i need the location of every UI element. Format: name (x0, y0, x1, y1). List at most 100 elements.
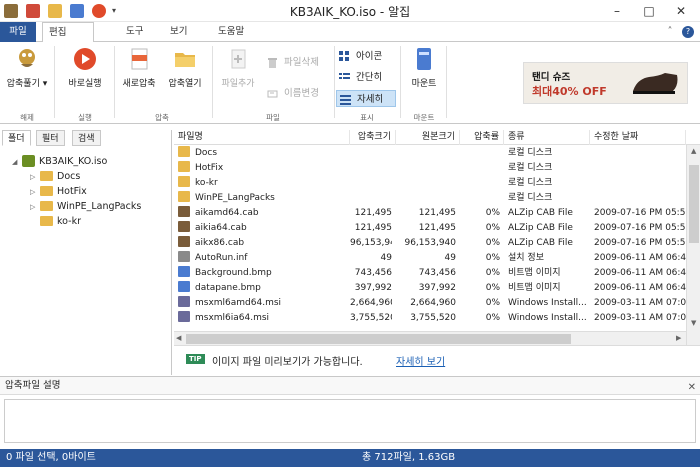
scroll-right-icon[interactable]: ▶ (676, 334, 681, 342)
cell-name: Background.bmp (174, 266, 350, 281)
close-icon[interactable]: ✕ (688, 379, 696, 397)
new-archive-icon (126, 46, 152, 72)
tab-search[interactable]: 검색 (72, 130, 101, 146)
mount-button[interactable]: 마운트 (404, 46, 444, 89)
tab-help[interactable]: 도움말 (212, 22, 250, 42)
tab-file[interactable]: 파일 (0, 22, 36, 42)
table-row[interactable]: AutoRun.inf 49 49 0% 설치 정보 2009-06-11 AM 06:4 (174, 251, 686, 266)
cell-size: 49 (444, 253, 456, 263)
help-icon[interactable]: ? (682, 26, 694, 38)
cell-date (594, 176, 686, 191)
table-row[interactable]: msxml6amd64.msi 2,664,960 2,664,960 0% Windo… (174, 296, 686, 311)
cell-type: 로컬 디스크 (508, 193, 553, 203)
view-details-button[interactable]: 자세히 (336, 90, 396, 107)
group-label-run: 실행 (78, 113, 92, 122)
tree-item-docs[interactable]: ▷ Docs (30, 169, 80, 184)
tab-tools[interactable]: 도구 (120, 22, 149, 42)
table-row[interactable]: HotFix 로컬 디스크 (174, 161, 686, 176)
run-button[interactable]: 바로실행 (58, 46, 112, 89)
mount-label: 마운트 (411, 79, 437, 89)
tree-item-winpe[interactable]: ▷ WinPE_LangPacks (30, 199, 141, 214)
open-archive-label: 압축열기 (168, 79, 202, 89)
expand-arrow-icon[interactable]: ▷ (30, 185, 40, 200)
close-button[interactable]: ✕ (670, 2, 692, 20)
minimize-button[interactable]: – (606, 2, 628, 20)
column-header-type[interactable]: 종류 (504, 130, 590, 145)
cell-type: ALZip CAB File (508, 208, 573, 218)
shoe-icon (633, 73, 678, 94)
table-row[interactable]: aikamd64.cab 121,495 121,495 0% ALZip CAB Fi… (174, 206, 686, 221)
view-icons-button[interactable]: 아이콘 (336, 48, 396, 65)
rename-button[interactable]: 이름변경 (264, 85, 332, 102)
table-row[interactable]: WinPE_LangPacks 로컬 디스크 (174, 191, 686, 206)
cell-name: datapane.bmp (174, 281, 350, 296)
ribbon-separator (114, 46, 115, 118)
cell-date: 2009-07-16 PM 05:55 (594, 223, 686, 233)
vertical-scrollbar[interactable]: ▲ ▼ (686, 145, 700, 345)
column-header-packed[interactable]: 압축크기 (350, 130, 396, 145)
folder-panel: 폴더 필터 검색 ◢ KB3AIK_KO.iso ▷ Docs ▷ HotFix ▷ W… (0, 130, 172, 375)
table-row[interactable]: Background.bmp 743,456 743,456 0% 비트맵 이미지 200… (174, 266, 686, 281)
expand-arrow-icon[interactable]: ▷ (30, 170, 40, 185)
scroll-down-icon[interactable]: ▼ (691, 319, 696, 327)
ribbon-separator (400, 46, 401, 118)
tab-view[interactable]: 보기 (164, 22, 193, 42)
tab-folder[interactable]: 폴더 (2, 130, 31, 146)
table-row[interactable]: msxml6ia64.msi 3,755,520 3,755,520 0% Window… (174, 311, 686, 326)
cell-name: Docs (174, 146, 350, 161)
tree-item-root[interactable]: ◢ KB3AIK_KO.iso (12, 154, 107, 169)
comment-panel-title: 압축파일 설명 ✕ (0, 377, 700, 395)
table-row[interactable]: Docs 로컬 디스크 (174, 146, 686, 161)
list-header: 파일명 압축크기 원본크기 압축률 종류 수정한 날짜 (174, 130, 700, 145)
open-archive-button[interactable]: 압축열기 (162, 46, 208, 89)
ribbon-collapse-icon[interactable]: ˄ (664, 26, 676, 38)
cell-packed (350, 191, 392, 206)
tab-filter[interactable]: 필터 (36, 130, 65, 146)
column-header-size[interactable]: 원본크기 (396, 130, 460, 145)
msi-file-icon (178, 296, 190, 307)
scroll-thumb[interactable] (689, 165, 699, 243)
cell-date: 2009-06-11 AM 06:4 (594, 253, 686, 263)
expand-arrow-icon[interactable]: ▷ (30, 200, 40, 215)
delete-file-button[interactable]: 파일삭제 (264, 54, 332, 71)
new-archive-button[interactable]: 새로압축 (116, 46, 162, 89)
horizontal-scrollbar[interactable]: ◀ ▶ (174, 331, 686, 345)
cell-type: Windows Install... (508, 298, 587, 308)
cell-type: Windows Install... (508, 313, 587, 323)
tree-item-kokr[interactable]: ko-kr (30, 214, 81, 229)
scroll-thumb[interactable] (186, 334, 571, 344)
maximize-button[interactable]: □ (638, 2, 660, 20)
cell-type: 비트맵 이미지 (508, 268, 561, 278)
cell-date: 2009-03-11 AM 07:0 (594, 313, 686, 323)
tree-item-hotfix[interactable]: ▷ HotFix (30, 184, 87, 199)
cell-ratio: 0% (485, 253, 500, 263)
scroll-up-icon[interactable]: ▲ (691, 147, 696, 155)
file-name: WinPE_LangPacks (195, 193, 275, 203)
add-file-button[interactable]: 파일추가 (214, 46, 262, 89)
ad-banner[interactable]: 탠디 슈즈 최대40% OFF (523, 62, 688, 104)
comment-textarea[interactable] (4, 399, 696, 443)
collapse-arrow-icon[interactable]: ◢ (12, 155, 22, 170)
table-row[interactable]: ko-kr 로컬 디스크 (174, 176, 686, 191)
list-icon (339, 73, 350, 79)
column-header-ratio[interactable]: 압축률 (460, 130, 504, 145)
table-row[interactable]: datapane.bmp 397,992 397,992 0% 비트맵 이미지 2009-… (174, 281, 686, 296)
column-header-date[interactable]: 수정한 날짜 (590, 130, 686, 145)
cell-packed: 121,495 (354, 223, 392, 233)
cell-date: 2009-06-11 AM 06:4 (594, 268, 686, 278)
extract-button[interactable]: 압축풀기 ▾ (4, 46, 50, 89)
scroll-left-icon[interactable]: ◀ (176, 334, 181, 342)
view-list-button[interactable]: 간단히 (336, 69, 396, 86)
table-row[interactable]: aikia64.cab 121,495 121,495 0% ALZip CAB Fil… (174, 221, 686, 236)
status-bar: 0 파일 선택, 0바이트 총 712파일, 1.63GB (0, 449, 700, 467)
column-header-name[interactable]: 파일명 (174, 130, 350, 145)
cell-date (594, 146, 686, 161)
tree-item-label: HotFix (57, 186, 87, 197)
tab-edit[interactable]: 편집 (42, 22, 94, 43)
total-status: 총 712파일, 1.63GB (362, 452, 456, 463)
cell-packed (350, 146, 392, 161)
file-name: AutoRun.inf (195, 253, 248, 263)
table-row[interactable]: aikx86.cab 96,153,940 96,153,940 0% ALZip CA… (174, 236, 686, 251)
tip-details-link[interactable]: 자세히 보기 (396, 353, 445, 368)
cell-packed (350, 161, 392, 176)
